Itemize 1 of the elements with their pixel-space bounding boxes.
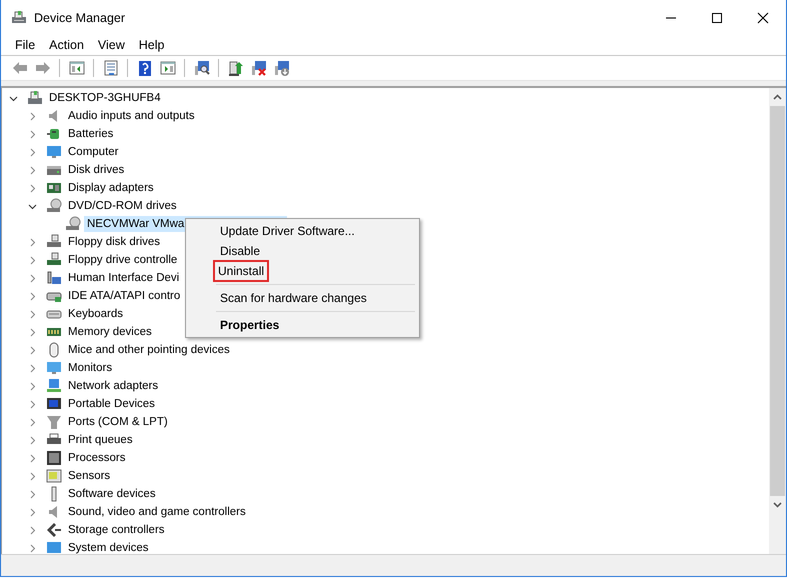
window-title: Device Manager bbox=[34, 10, 126, 24]
